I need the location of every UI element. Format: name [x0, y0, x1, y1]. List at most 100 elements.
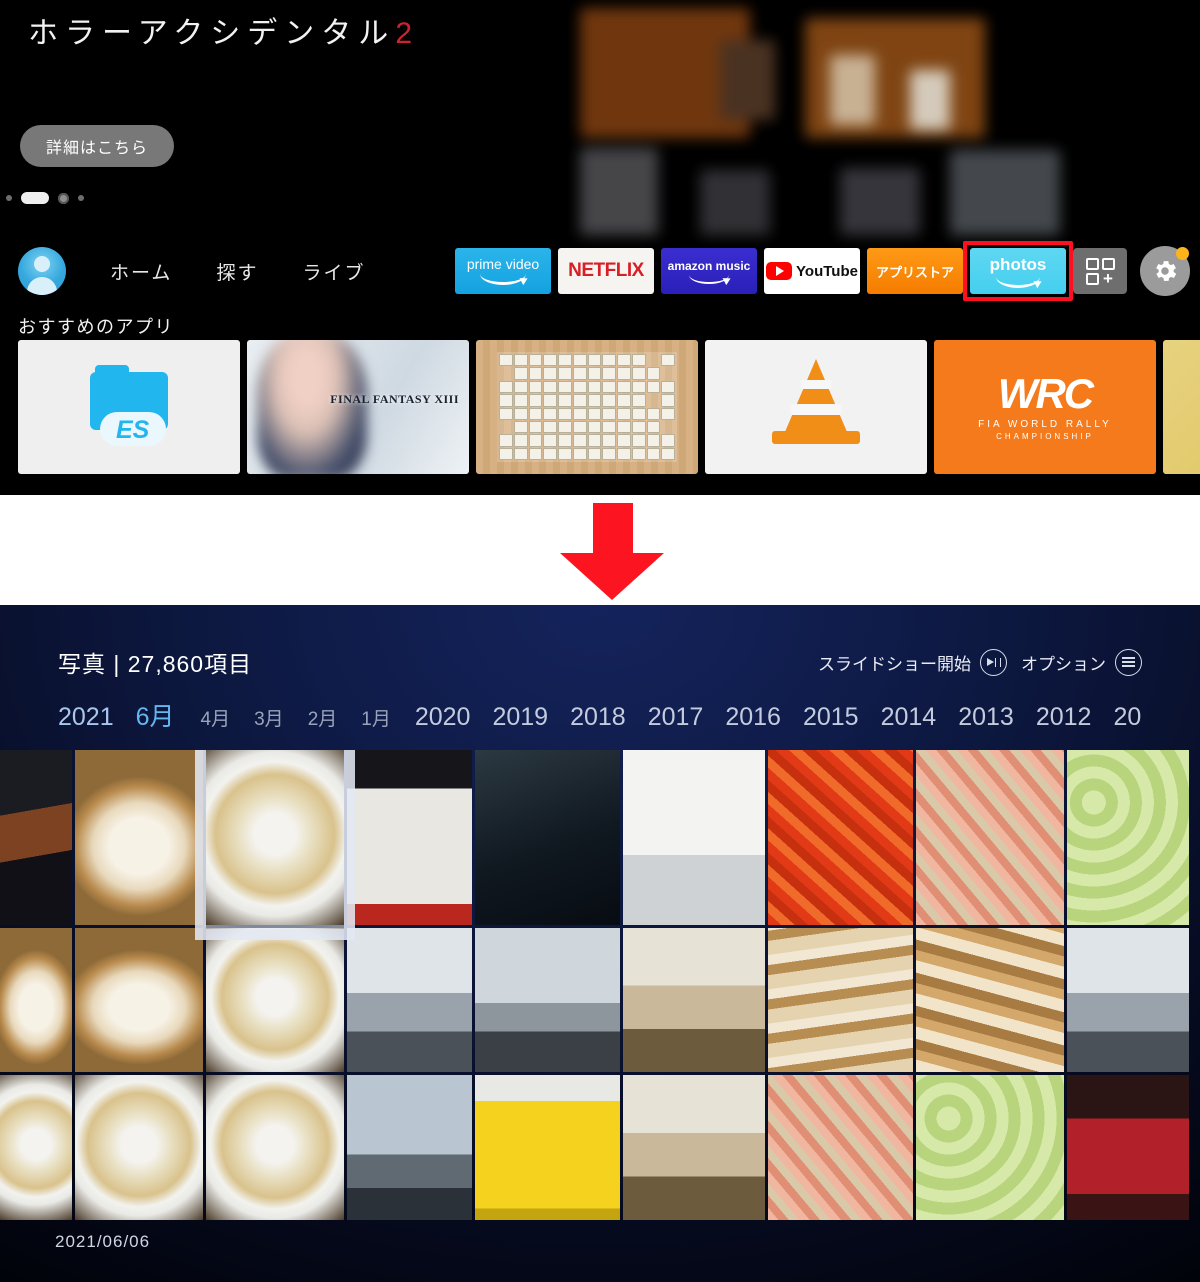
photo-thumb[interactable] — [0, 1075, 72, 1220]
nav-item-live[interactable]: ライブ — [302, 258, 365, 285]
photo-thumb[interactable] — [1067, 927, 1189, 1073]
app-tile-final-fantasy-xiii[interactable]: FINAL FANTASY XIII — [247, 340, 469, 474]
photo-thumb[interactable] — [1067, 1075, 1189, 1220]
photo-thumb[interactable] — [347, 1075, 472, 1220]
photo-thumb[interactable] — [916, 1075, 1064, 1220]
timeline-tab-2018[interactable]: 2018 — [570, 703, 626, 732]
timeline-tab-2013[interactable]: 2013 — [958, 703, 1014, 732]
photo-image — [623, 927, 765, 1073]
wrc-logo: WRC FIA WORLD RALLY CHAMPIONSHIP — [978, 373, 1112, 442]
profile-avatar[interactable] — [18, 247, 66, 295]
nav-item-search[interactable]: 探す — [216, 258, 258, 285]
apps-grid-glyph: + — [1085, 257, 1115, 287]
timeline-tab-2020[interactable]: 2020 — [415, 703, 471, 732]
slideshow-start-button[interactable]: スライドショー開始 — [818, 648, 1007, 676]
carousel-dot[interactable] — [6, 195, 12, 201]
app-tile-wrc[interactable]: WRC FIA WORLD RALLY CHAMPIONSHIP — [934, 340, 1156, 474]
timeline-tab-2017[interactable]: 2017 — [648, 703, 704, 732]
app-tile-mahjong[interactable] — [476, 340, 698, 474]
hero-title-text: ホラーアクシデンタル — [28, 17, 396, 50]
photo-thumb[interactable] — [206, 927, 344, 1073]
photo-image — [347, 1075, 472, 1220]
photo-thumb[interactable] — [623, 927, 765, 1073]
carousel-dot[interactable] — [58, 192, 69, 204]
app-shortcut-row: prime video NETFLIX amazon music YouTube… — [455, 241, 1190, 301]
recommended-apps-row: ES FINAL FANTASY XIII WRC FIA WORLD RALL… — [18, 340, 1200, 474]
timeline-tab-2016[interactable]: 2016 — [725, 703, 781, 732]
photo-thumb[interactable] — [475, 927, 620, 1073]
apps-grid-icon[interactable]: + — [1073, 248, 1127, 294]
photo-image — [475, 927, 620, 1073]
photo-grid-column — [916, 750, 1064, 1220]
app-shortcut-app-store[interactable]: アプリストア — [867, 248, 963, 294]
timeline-tab-2012[interactable]: 2012 — [1036, 703, 1092, 732]
photo-thumb[interactable] — [347, 927, 472, 1073]
photo-image — [1067, 750, 1189, 925]
detail-button[interactable]: 詳細はこちら — [20, 125, 175, 167]
photos-header: 写真 | 27,860項目 スライドショー開始 オプション — [0, 645, 1200, 679]
amazon-smile-icon — [996, 277, 1040, 288]
app-tile-es-file-explorer[interactable]: ES — [18, 340, 240, 474]
app-shortcut-youtube[interactable]: YouTube — [764, 248, 860, 294]
photo-thumb[interactable] — [475, 750, 620, 925]
photo-grid — [0, 750, 1200, 1220]
photo-thumb-selected[interactable] — [195, 750, 355, 940]
photo-thumb[interactable] — [0, 927, 72, 1073]
timeline-tab-20[interactable]: 20 — [1113, 703, 1141, 732]
photo-thumb[interactable] — [75, 1075, 203, 1220]
top-navigation-bar: ホーム 探す ライブ prime video NETFLIX amazon mu… — [0, 232, 1200, 310]
photo-thumb[interactable] — [75, 750, 203, 925]
photo-image — [206, 1075, 344, 1220]
timeline-tab-2019[interactable]: 2019 — [492, 703, 548, 732]
photo-image — [768, 927, 913, 1073]
app-shortcut-amazon-photos[interactable]: photos — [970, 248, 1066, 294]
timeline-tab-2015[interactable]: 2015 — [803, 703, 859, 732]
timeline-tab-2021[interactable]: 2021 — [58, 703, 114, 732]
wrc-sub-label-2: CHAMPIONSHIP — [996, 432, 1094, 441]
timeline-tab-1月[interactable]: 1月 — [361, 704, 391, 731]
photos-label: photos — [989, 254, 1047, 274]
photo-thumb[interactable] — [768, 927, 913, 1073]
photo-image — [1067, 1075, 1189, 1220]
timeline-tab-6月[interactable]: 6月 — [136, 697, 175, 733]
photo-grid-column — [75, 750, 203, 1220]
carousel-dots[interactable] — [6, 192, 84, 204]
amazon-smile-icon — [480, 274, 526, 285]
gear-icon[interactable] — [1140, 246, 1190, 296]
photo-image — [347, 927, 472, 1073]
photo-image — [916, 1075, 1064, 1220]
photo-thumb[interactable] — [75, 927, 203, 1073]
photo-thumb[interactable] — [0, 750, 72, 925]
photo-thumb[interactable] — [768, 1075, 913, 1220]
es-icon-label: ES — [116, 416, 150, 444]
options-button[interactable]: オプション — [1021, 648, 1142, 676]
nav-item-home[interactable]: ホーム — [110, 258, 172, 285]
app-shortcut-amazon-music[interactable]: amazon music — [661, 248, 757, 294]
photo-thumb[interactable] — [623, 1075, 765, 1220]
gear-glyph — [1156, 261, 1177, 281]
photo-thumb[interactable] — [768, 750, 913, 925]
timeline-tab-4月[interactable]: 4月 — [201, 704, 231, 731]
photo-image — [475, 750, 620, 925]
timeline-tab-2月[interactable]: 2月 — [308, 704, 338, 731]
photo-thumb[interactable] — [623, 750, 765, 925]
app-shortcut-netflix[interactable]: NETFLIX — [558, 248, 654, 294]
photo-image — [0, 1075, 72, 1220]
carousel-dot[interactable] — [78, 195, 84, 201]
app-tile-gold[interactable] — [1163, 340, 1200, 474]
timeline-tab-2014[interactable]: 2014 — [881, 703, 937, 732]
photo-thumb[interactable] — [347, 750, 472, 925]
photo-thumb[interactable] — [916, 750, 1064, 925]
recommended-apps-title: おすすめのアプリ — [18, 317, 174, 337]
photo-image — [768, 1075, 913, 1220]
carousel-dot-active[interactable] — [21, 192, 49, 204]
photo-thumb[interactable] — [475, 1075, 620, 1220]
selected-photo-date: 2021/06/06 — [55, 1232, 151, 1251]
app-tile-vlc-media-player[interactable] — [705, 340, 927, 474]
photo-thumb[interactable] — [1067, 750, 1189, 925]
play-pause-icon — [980, 648, 1007, 676]
photo-thumb[interactable] — [206, 1075, 344, 1220]
photo-thumb[interactable] — [916, 927, 1064, 1073]
app-shortcut-prime-video[interactable]: prime video — [455, 248, 551, 294]
timeline-tab-3月[interactable]: 3月 — [254, 704, 284, 731]
